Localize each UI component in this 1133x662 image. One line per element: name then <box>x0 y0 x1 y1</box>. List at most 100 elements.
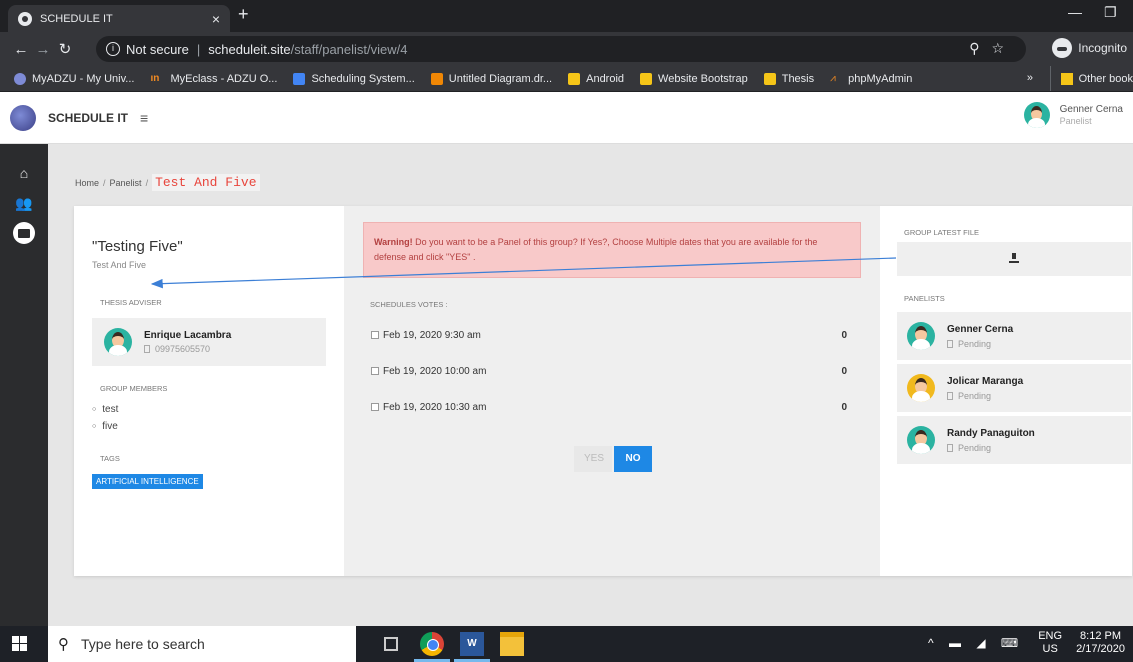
windows-start-icon[interactable] <box>12 636 27 651</box>
status-icon <box>947 443 953 452</box>
phpmyadmin-icon: ⩘ <box>830 72 836 84</box>
app-header: SCHEDULE IT ≡ Genner Cerna Panelist <box>0 92 1133 144</box>
schedule-option[interactable]: Feb 19, 2020 9:30 am 0 <box>371 330 847 341</box>
breadcrumb-separator: / <box>145 178 149 188</box>
address-bar[interactable]: i Not secure | scheduleit.site /staff/pa… <box>96 36 1026 62</box>
bookmark-folder[interactable]: Thesis <box>763 72 814 85</box>
url-host: scheduleit.site <box>208 41 291 57</box>
forward-icon[interactable]: → <box>32 41 54 58</box>
bookmark-item[interactable]: Scheduling System... <box>293 72 415 85</box>
avatar <box>907 322 935 350</box>
schedule-option[interactable]: Feb 19, 2020 10:30 am 0 <box>371 402 847 413</box>
bookmark-favicon-icon <box>14 72 26 85</box>
school-logo <box>10 104 36 131</box>
chrome-icon[interactable] <box>420 632 444 656</box>
taskbar-search[interactable]: ⚲ Type here to search <box>48 626 356 662</box>
task-view-icon[interactable] <box>384 637 398 651</box>
back-icon[interactable]: ← <box>10 41 32 58</box>
users-icon[interactable]: 👥 <box>0 188 48 218</box>
avatar <box>104 328 132 356</box>
input-language[interactable]: ENG US <box>1038 630 1062 656</box>
restore-icon[interactable]: ❐ <box>1104 4 1117 21</box>
minimize-icon[interactable]: — <box>1068 4 1082 20</box>
new-tab-button[interactable]: + <box>238 4 249 25</box>
vote-count: 0 <box>841 330 847 341</box>
schedule-option[interactable]: Feb 19, 2020 10:00 am 0 <box>371 366 847 377</box>
adviser-phone: 09975605570 <box>155 344 211 354</box>
word-icon[interactable]: W <box>460 632 484 656</box>
browser-toolbar: ← → ↻ i Not secure | scheduleit.site /st… <box>0 32 1133 66</box>
menu-icon[interactable]: ≡ <box>140 110 148 126</box>
user-role: Panelist <box>1059 116 1092 126</box>
panelist-status: Pending <box>958 442 992 453</box>
adviser-name: Enrique Lacambra <box>144 330 232 341</box>
home-icon[interactable]: ⌂ <box>0 158 48 188</box>
folder-icon <box>568 72 581 85</box>
system-clock[interactable]: 8:12 PM 2/17/2020 <box>1076 630 1125 656</box>
main-content: Home / Panelist / Test And Five "Testing… <box>48 144 1133 626</box>
bookmark-item[interactable]: Untitled Diagram.dr... <box>430 72 552 85</box>
url-separator: | <box>196 41 201 57</box>
browser-tab[interactable]: SCHEDULE IT × <box>8 5 230 32</box>
bookmark-item[interactable]: ın MyEclass - ADZU O... <box>150 73 277 85</box>
group-subtitle: Test And Five <box>92 260 147 270</box>
tag-badge[interactable]: ARTIFICIAL INTELLIGENCE <box>92 474 203 489</box>
windows-taskbar: ⚲ Type here to search W ^ ▬ ◢ ⌨ ENG US 8… <box>0 626 1133 662</box>
incognito-indicator[interactable]: Incognito <box>1052 38 1127 58</box>
user-menu[interactable]: Genner Cerna Panelist <box>1023 102 1123 128</box>
info-icon[interactable]: i <box>106 42 120 56</box>
bookmark-folder[interactable]: Android <box>568 72 625 85</box>
members-list: test five <box>92 404 118 438</box>
bookmark-item[interactable]: ⩘ phpMyAdmin <box>830 73 912 85</box>
bookmark-label: MyEclass - ADZU O... <box>170 72 278 85</box>
bookmark-label: Android <box>586 72 625 85</box>
panelist-card: Jolicar Maranga Pending <box>897 364 1131 412</box>
incognito-icon <box>1052 38 1073 58</box>
breadcrumb-panelist[interactable]: Panelist <box>110 178 142 188</box>
folder-icon <box>763 72 776 85</box>
latest-file-label: GROUP LATEST FILE <box>904 228 980 237</box>
download-icon <box>1009 253 1019 263</box>
bookmark-folder[interactable]: Website Bootstrap <box>640 72 748 85</box>
panelist-name: Genner Cerna <box>947 323 1014 335</box>
zoom-star-icons[interactable]: ⚲☆ <box>969 40 1016 57</box>
region-code: US <box>1042 643 1058 655</box>
clock-time: 8:12 PM <box>1080 630 1122 642</box>
schedule-checkbox[interactable] <box>371 403 379 411</box>
other-bookmarks[interactable]: Other book <box>1049 66 1133 91</box>
tags-label: TAGS <box>100 454 120 463</box>
schedule-panel: Warning! Do you want to be a Panel of th… <box>344 206 880 576</box>
folder-icon <box>640 72 653 85</box>
folder-icon[interactable] <box>13 222 35 244</box>
panelist-name: Jolicar Maranga <box>947 375 1024 387</box>
schedule-checkbox[interactable] <box>371 367 379 375</box>
schedule-date: Feb 19, 2020 10:30 am <box>383 402 487 413</box>
bookmark-label: phpMyAdmin <box>848 72 913 85</box>
vote-count: 0 <box>841 402 847 413</box>
tray-icons[interactable]: ^ ▬ ◢ ⌨ <box>928 636 1024 650</box>
breadcrumb-current: Test And Five <box>152 174 260 191</box>
reload-icon[interactable]: ↻ <box>54 40 76 58</box>
clock-date: 2/17/2020 <box>1076 643 1125 655</box>
bookmark-item[interactable]: MyADZU - My Univ... <box>14 72 134 85</box>
file-explorer-icon[interactable] <box>500 632 524 656</box>
url-path: /staff/panelist/view/4 <box>290 41 408 57</box>
panelist-status: Pending <box>958 338 992 349</box>
tab-close-icon[interactable]: × <box>212 11 220 27</box>
bookmarks-overflow-button[interactable]: » <box>1027 72 1033 84</box>
breadcrumb-home[interactable]: Home <box>75 178 99 188</box>
security-status: Not secure <box>126 41 189 57</box>
no-button[interactable]: NO <box>614 446 652 472</box>
folder-icon <box>1060 73 1073 85</box>
list-item: test <box>92 404 118 415</box>
other-bookmarks-label: Other book <box>1078 73 1133 85</box>
drawio-icon <box>430 72 443 85</box>
yes-button[interactable]: YES <box>574 446 612 472</box>
phone-icon <box>144 345 150 353</box>
panelist-card: Genner Cerna Pending <box>897 312 1131 360</box>
schedule-checkbox[interactable] <box>371 331 379 339</box>
list-item: five <box>92 421 118 432</box>
panelist-card: Randy Panaguiton Pending <box>897 416 1131 464</box>
download-button[interactable] <box>897 242 1131 276</box>
search-placeholder: Type here to search <box>81 636 205 652</box>
